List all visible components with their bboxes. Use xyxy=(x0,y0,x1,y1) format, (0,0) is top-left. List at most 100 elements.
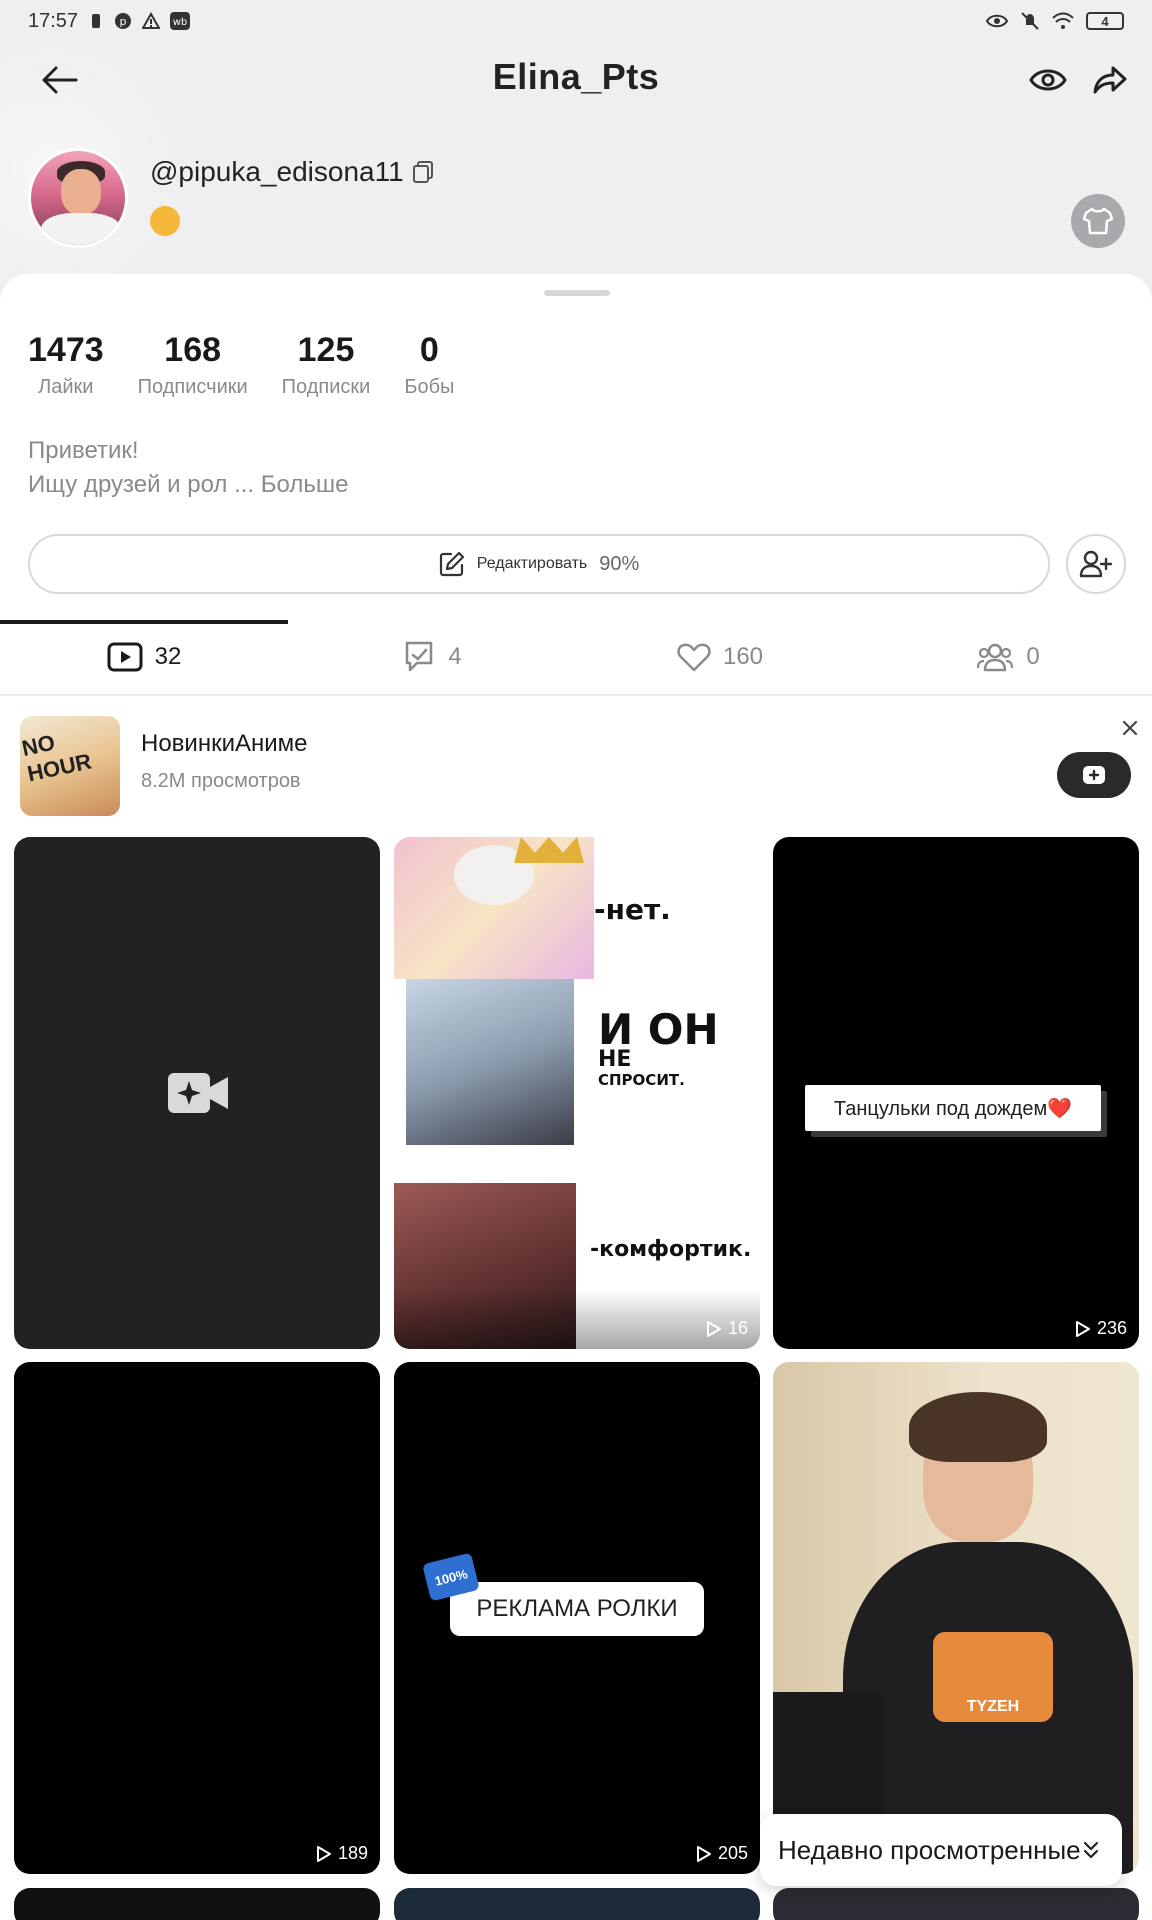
badge-text: 100% xyxy=(433,1565,469,1589)
edit-label: Редактировать xyxy=(476,555,588,572)
svg-text:wb: wb xyxy=(173,17,188,28)
svg-text:p: p xyxy=(120,15,127,28)
stat-likes[interactable]: 1473 Лайки xyxy=(28,330,104,399)
bio: Приветик! Ищу друзей и рол ... Больше xyxy=(28,434,348,502)
play-icon xyxy=(706,1320,721,1337)
video-card-dance[interactable]: Танцульки под дождем❤️ 236 xyxy=(773,837,1139,1349)
video-card-next-1[interactable] xyxy=(14,1888,380,1920)
video-card-next-2[interactable] xyxy=(394,1888,760,1920)
stat-value: 1473 xyxy=(28,331,104,369)
video-card-next-3[interactable] xyxy=(773,1888,1139,1920)
featured-close-button[interactable] xyxy=(1118,716,1142,740)
tab-videos[interactable]: 32 xyxy=(0,618,288,696)
stat-value: 125 xyxy=(297,331,355,369)
view-count-value: 16 xyxy=(727,1318,748,1338)
share-icon xyxy=(1093,66,1127,94)
meme-text-1: -нет. xyxy=(594,893,671,926)
mute-icon xyxy=(1021,12,1039,30)
caption-text: Танцульки под дождем❤️ xyxy=(833,1097,1073,1120)
featured-thumbnail[interactable]: NO HOUR xyxy=(20,716,120,816)
page-title: Elina_Pts xyxy=(492,56,660,97)
content-tabs: 32 4 160 0 xyxy=(0,618,1152,696)
close-icon xyxy=(1122,720,1138,736)
tab-reposts[interactable]: 4 xyxy=(288,618,576,696)
bio-line-2: Ищу друзей и рол ... xyxy=(28,471,255,498)
profile-handle: @pipuka_edisona11 xyxy=(150,156,434,188)
profile-completion: 90% xyxy=(599,552,640,575)
share-button[interactable] xyxy=(1082,52,1138,108)
video-card-meme[interactable]: -нет. И ОН НЕ СПРОСИТ. -комфортик. 16 xyxy=(394,837,760,1349)
meme-text-4: СПРОСИТ. xyxy=(598,1071,685,1089)
stat-following[interactable]: 125 Подписки xyxy=(282,330,371,399)
featured-playlist[interactable]: NO HOUR НовинкиАниме 8.2M просмотров xyxy=(0,696,1152,828)
stat-beans[interactable]: 0 Бобы xyxy=(404,330,454,399)
featured-views: 8.2M просмотров xyxy=(141,770,301,792)
stat-label: Бобы xyxy=(404,376,455,398)
view-count: 189 xyxy=(316,1843,368,1864)
double-chevron-down-icon xyxy=(1083,1841,1099,1859)
recently-viewed-button[interactable]: Недавно просмотренные xyxy=(760,1814,1122,1886)
add-friend-button[interactable] xyxy=(1066,534,1126,594)
video-card-draft[interactable] xyxy=(14,837,380,1349)
profile-screen: 17:57 p wb 4 Elina_Pts @pipuka_edisona11 xyxy=(0,0,1152,1920)
tshirt-icon xyxy=(1082,207,1114,235)
view-count: 16 xyxy=(706,1318,748,1339)
featured-title: НовинкиАниме xyxy=(141,730,308,757)
outfit-button[interactable] xyxy=(1071,194,1125,248)
featured-thumb-text: NO HOUR xyxy=(20,729,94,787)
stat-label: Лайки xyxy=(38,376,94,398)
view-count-value: 189 xyxy=(337,1843,368,1863)
top-bar: Elina_Pts xyxy=(0,46,1152,116)
wifi-icon xyxy=(1052,12,1074,29)
recently-viewed-label: Недавно просмотренные xyxy=(778,1834,1081,1865)
tab-count: 4 xyxy=(448,643,462,670)
add-user-icon xyxy=(1079,550,1113,578)
play-icon xyxy=(316,1845,331,1862)
video-caption: Танцульки под дождем❤️ xyxy=(805,1085,1101,1131)
play-icon xyxy=(696,1845,711,1862)
warning-icon xyxy=(142,12,161,29)
video-card-person[interactable]: TYZEH xyxy=(773,1362,1139,1874)
video-caption: РЕКЛАМА РОЛКИ xyxy=(450,1582,704,1636)
tab-count: 0 xyxy=(1026,643,1040,670)
battery-icon: 4 xyxy=(1086,12,1124,30)
eye-status-icon xyxy=(986,14,1008,28)
copy-icon[interactable] xyxy=(412,160,434,184)
heart-icon xyxy=(677,643,711,672)
header-background xyxy=(0,0,1152,300)
wb-app-icon: wb xyxy=(170,12,191,30)
featured-add-button[interactable] xyxy=(1057,752,1131,798)
video-card-ad[interactable]: РЕКЛАМА РОЛКИ 100% 205 xyxy=(394,1362,760,1874)
play-icon xyxy=(1075,1320,1090,1337)
pinterest-icon: p xyxy=(115,13,132,29)
person-hair xyxy=(909,1392,1047,1462)
meme-image-couple xyxy=(406,979,574,1145)
repost-icon xyxy=(406,641,433,672)
stats-row: 1473 Лайки 168 Подписчики 125 Подписки 0… xyxy=(28,330,488,399)
handle-text: @pipuka_edisona11 xyxy=(150,156,404,187)
status-bar: 17:57 p wb 4 xyxy=(0,0,1152,42)
group-icon xyxy=(977,643,1014,672)
battery-saver-icon xyxy=(92,14,101,28)
status-emoji-icon[interactable] xyxy=(150,206,180,236)
video-card-black[interactable]: 189 xyxy=(14,1362,380,1874)
tab-groups[interactable]: 0 xyxy=(864,618,1152,696)
view-count: 205 xyxy=(696,1843,748,1864)
stat-followers[interactable]: 168 Подписчики xyxy=(138,330,248,399)
shirt-print: TYZEH xyxy=(933,1632,1053,1722)
tab-likes[interactable]: 160 xyxy=(576,618,864,696)
video-icon xyxy=(107,642,143,672)
edit-profile-button[interactable]: Редактировать 90% xyxy=(28,534,1050,594)
visitors-button[interactable] xyxy=(1020,52,1076,108)
avatar[interactable] xyxy=(28,148,128,248)
stat-label: Подписки xyxy=(281,376,371,398)
stat-value: 0 xyxy=(419,331,439,369)
meme-text-5: -комфортик. xyxy=(590,1237,752,1262)
bio-more-link[interactable]: Больше xyxy=(261,471,349,498)
stat-value: 168 xyxy=(164,331,222,369)
caption-text: РЕКЛАМА РОЛКИ xyxy=(476,1595,678,1622)
status-time: 17:57 xyxy=(28,9,79,32)
shirt-text: TYZEH xyxy=(966,1698,1020,1715)
drag-handle[interactable] xyxy=(544,290,610,296)
tab-count: 160 xyxy=(722,643,764,670)
